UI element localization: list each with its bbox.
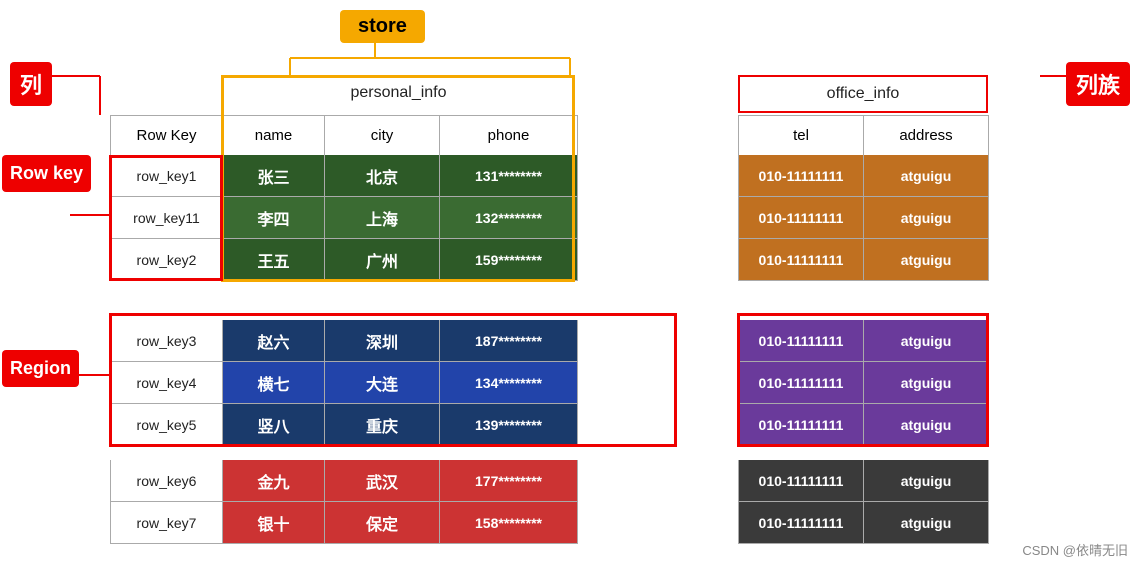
cell-tel-1: 010-11111111 bbox=[739, 155, 864, 197]
table-row-office: 010-11111111 atguigu bbox=[738, 502, 989, 544]
table-row-office: 010-11111111 atguigu bbox=[738, 404, 989, 446]
table-row-office: 010-11111111 atguigu bbox=[738, 239, 989, 281]
cell-addr-8: atguigu bbox=[864, 502, 989, 544]
cell-name-3: 王五 bbox=[223, 239, 325, 281]
cell-name-7: 金九 bbox=[223, 460, 325, 502]
cell-phone-8: 158******** bbox=[440, 502, 578, 544]
cell-rowkey-2: row_key11 bbox=[111, 197, 223, 239]
cell-rowkey-5: row_key4 bbox=[111, 362, 223, 404]
rowkey-label: Row key bbox=[2, 155, 91, 192]
cell-addr-4: atguigu bbox=[864, 320, 989, 362]
cell-tel-2: 010-11111111 bbox=[739, 197, 864, 239]
cell-city-7: 武汉 bbox=[325, 460, 440, 502]
table-row-office: 010-11111111 atguigu bbox=[738, 320, 989, 362]
watermark: CSDN @依晴无旧 bbox=[1022, 540, 1128, 559]
table-row: row_key3 赵六 深圳 187******** bbox=[110, 320, 578, 362]
cell-phone-5: 134******** bbox=[440, 362, 578, 404]
main-container: 列 Row key Region 列族 store office_info pe… bbox=[0, 0, 1140, 567]
table-row: row_key4 横七 大连 134******** bbox=[110, 362, 578, 404]
lie-label: 列 bbox=[10, 62, 52, 106]
cell-name-8: 银十 bbox=[223, 502, 325, 544]
cell-addr-5: atguigu bbox=[864, 362, 989, 404]
cell-city-5: 大连 bbox=[325, 362, 440, 404]
cell-addr-7: atguigu bbox=[864, 460, 989, 502]
cell-name-4: 赵六 bbox=[223, 320, 325, 362]
liezu-label: 列族 bbox=[1066, 62, 1130, 106]
col-header-tel: tel bbox=[739, 116, 864, 156]
cell-city-8: 保定 bbox=[325, 502, 440, 544]
personal-info-header: personal_info bbox=[222, 75, 575, 110]
col-header-address: address bbox=[864, 116, 989, 156]
cell-city-4: 深圳 bbox=[325, 320, 440, 362]
cell-tel-8: 010-11111111 bbox=[739, 502, 864, 544]
table-row: row_key11 李四 上海 132******** bbox=[110, 197, 578, 239]
cell-name-6: 竖八 bbox=[223, 404, 325, 446]
cell-phone-7: 177******** bbox=[440, 460, 578, 502]
cell-tel-5: 010-11111111 bbox=[739, 362, 864, 404]
cell-phone-6: 139******** bbox=[440, 404, 578, 446]
cell-city-1: 北京 bbox=[325, 155, 440, 197]
cell-city-2: 上海 bbox=[325, 197, 440, 239]
cell-name-5: 横七 bbox=[223, 362, 325, 404]
cell-name-2: 李四 bbox=[223, 197, 325, 239]
cell-city-3: 广州 bbox=[325, 239, 440, 281]
table-row-office: 010-11111111 atguigu bbox=[738, 155, 989, 197]
table-row: row_key1 张三 北京 131******** bbox=[110, 155, 578, 197]
table-row-office: 010-11111111 atguigu bbox=[738, 362, 989, 404]
col-header-rowkey: Row Key bbox=[111, 116, 223, 156]
table-row: row_key5 竖八 重庆 139******** bbox=[110, 404, 578, 446]
cell-phone-2: 132******** bbox=[440, 197, 578, 239]
cell-rowkey-7: row_key6 bbox=[111, 460, 223, 502]
cell-rowkey-8: row_key7 bbox=[111, 502, 223, 544]
cell-phone-1: 131******** bbox=[440, 155, 578, 197]
cell-rowkey-4: row_key3 bbox=[111, 320, 223, 362]
table-row-office: 010-11111111 atguigu bbox=[738, 460, 989, 502]
cell-tel-4: 010-11111111 bbox=[739, 320, 864, 362]
col-header-phone: phone bbox=[440, 116, 578, 156]
office-info-header: office_info bbox=[738, 75, 988, 113]
cell-rowkey-6: row_key5 bbox=[111, 404, 223, 446]
cell-addr-6: atguigu bbox=[864, 404, 989, 446]
table-row: row_key6 金九 武汉 177******** bbox=[110, 460, 578, 502]
cell-phone-4: 187******** bbox=[440, 320, 578, 362]
table-row: row_key7 银十 保定 158******** bbox=[110, 502, 578, 544]
region-label: Region bbox=[2, 350, 79, 387]
cell-addr-3: atguigu bbox=[864, 239, 989, 281]
cell-name-1: 张三 bbox=[223, 155, 325, 197]
cell-rowkey-3: row_key2 bbox=[111, 239, 223, 281]
col-header-name: name bbox=[223, 116, 325, 156]
cell-city-6: 重庆 bbox=[325, 404, 440, 446]
col-header-city: city bbox=[325, 116, 440, 156]
cell-tel-3: 010-11111111 bbox=[739, 239, 864, 281]
cell-tel-6: 010-11111111 bbox=[739, 404, 864, 446]
cell-addr-1: atguigu bbox=[864, 155, 989, 197]
cell-rowkey-1: row_key1 bbox=[111, 155, 223, 197]
cell-addr-2: atguigu bbox=[864, 197, 989, 239]
cell-tel-7: 010-11111111 bbox=[739, 460, 864, 502]
cell-phone-3: 159******** bbox=[440, 239, 578, 281]
table-row: row_key2 王五 广州 159******** bbox=[110, 239, 578, 281]
table-row-office: 010-11111111 atguigu bbox=[738, 197, 989, 239]
store-label: store bbox=[340, 10, 425, 43]
